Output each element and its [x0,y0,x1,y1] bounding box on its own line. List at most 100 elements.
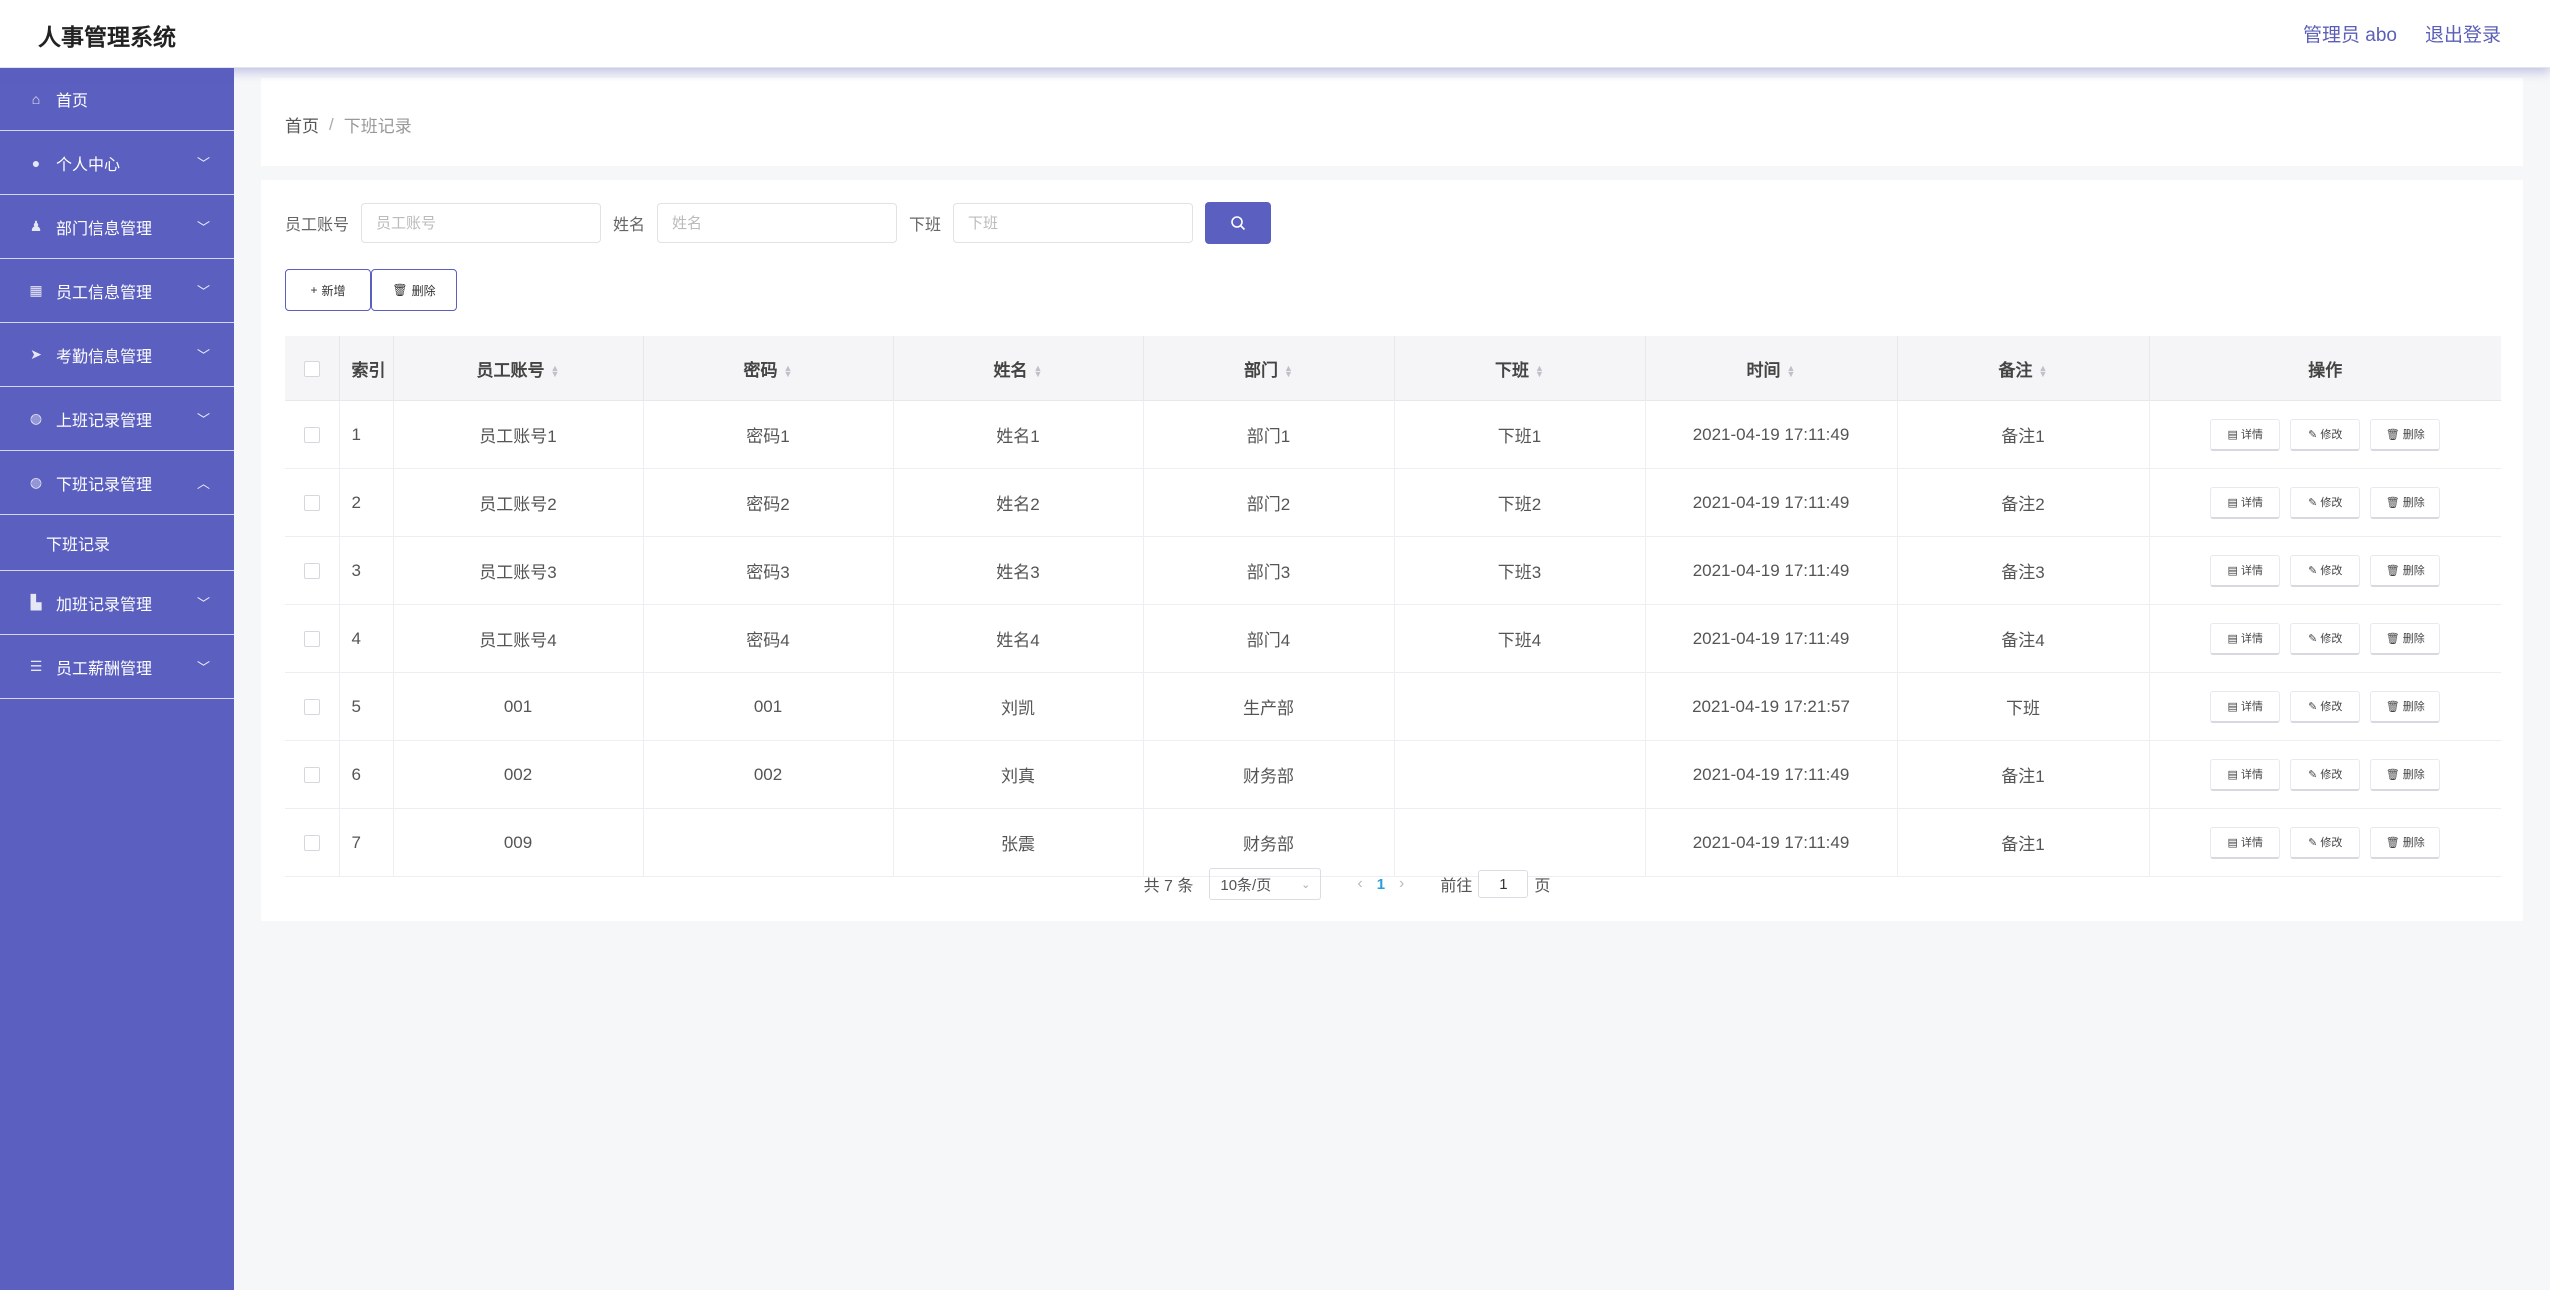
prev-page-icon[interactable]: ‹ [1357,875,1362,893]
delete-button[interactable]: 🗑 删除 [2370,622,2441,655]
offwork-label: 下班 [909,217,942,234]
sidebar-item[interactable]: ▙ 加班记录管理 ﹀ [0,571,234,635]
sort-icon[interactable]: ▲ ▼ [1034,364,1043,379]
goto-suffix: 页 [1534,878,1551,895]
cell-offwork: 下班2 [1394,468,1646,537]
detail-button[interactable]: ▤ 详情 [2210,622,2281,655]
column-header-note[interactable]: 备注 ▲ ▼ [1897,336,2150,401]
sidebar-item[interactable]: ▦ 员工信息管理 ﹀ [0,259,234,323]
row-checkbox[interactable] [303,699,320,716]
edit-button[interactable]: ✎ 修改 [2290,758,2361,791]
next-page-icon[interactable]: › [1399,875,1404,893]
cell-note: 备注1 [1897,740,2150,809]
delete-button[interactable]: 🗑 删除 [2370,486,2441,519]
detail-button[interactable]: ▤ 详情 [2210,554,2281,587]
sidebar-subitem[interactable]: 下班记录 [0,515,234,571]
row-checkbox[interactable] [303,563,320,580]
sort-icon[interactable]: ▲ ▼ [1535,364,1544,379]
sidebar-item[interactable]: ⌂ 首页 [0,67,234,131]
chevron-up-icon: ︿ [196,476,210,491]
sort-icon[interactable]: ▲ ▼ [551,364,560,379]
offwork-search-input[interactable] [953,203,1194,243]
sidebar-item[interactable]: ➤ 考勤信息管理 ﹀ [0,323,234,387]
page-number-current[interactable]: 1 [1377,876,1385,893]
select-all-checkbox[interactable] [303,360,320,377]
column-header-password[interactable]: 密码 ▲ ▼ [643,336,894,401]
delete-button[interactable]: 🗑 删除 [2370,690,2441,723]
add-button[interactable]: + 新增 [285,269,371,311]
edit-icon: ✎ [2308,836,2318,849]
sort-icon[interactable]: ▲ ▼ [784,364,793,379]
name-search-input[interactable] [657,203,898,243]
sidebar-item[interactable]: ☰ 员工薪酬管理 ﹀ [0,635,234,699]
table-row: 2 员工账号2 密码2 姓名2 部门2 下班2 2021-04-19 17:11:49 备注2… [285,468,2501,537]
row-checkbox[interactable] [303,835,320,852]
logout-link[interactable]: 退出登录 [2425,20,2501,47]
sidebar-item[interactable]: ◍ 下班记录管理 ︿ [0,451,234,515]
edit-button[interactable]: ✎ 修改 [2290,554,2361,587]
table-row: 1 员工账号1 密码1 姓名1 部门1 下班1 2021-04-19 17:11:49 备注1… [285,400,2501,469]
edit-button[interactable]: ✎ 修改 [2290,418,2361,451]
cell-actions: ▤ 详情 ✎ 修改 🗑 删除 [2149,400,2501,469]
sort-icon[interactable]: ▲ ▼ [2039,364,2048,379]
sidebar-item[interactable]: ♟ 部门信息管理 ﹀ [0,195,234,259]
column-header-department[interactable]: 部门 ▲ ▼ [1143,336,1395,401]
cell-index: 3 [339,536,394,605]
detail-button[interactable]: ▤ 详情 [2210,758,2281,791]
column-header-offwork[interactable]: 下班 ▲ ▼ [1394,336,1646,401]
edit-button[interactable]: ✎ 修改 [2290,690,2361,723]
edit-button[interactable]: ✎ 修改 [2290,486,2361,519]
breadcrumb: 首页 / 下班记录 [285,112,412,137]
search-button[interactable] [1205,202,1272,244]
sort-icon[interactable]: ▲ ▼ [1787,364,1796,379]
pagination: 共 7 条 10条/页 ⌄ ‹ 1 › 前往 页 [261,868,2523,900]
column-header-index: 索引 [339,336,394,401]
delete-button[interactable]: 🗑 删除 [2370,418,2441,451]
trash-icon: 🗑 [2385,700,2400,713]
records-table: 索引 员工账号 ▲ ▼ 密码 ▲ ▼ 姓名 ▲ ▼ 部门 ▲ ▼ 下班 ▲ ▼ 时间 ▲ ▼ 备注 ▲ ▼ … [285,336,2501,877]
account-search-input[interactable] [361,203,602,243]
sidebar-item[interactable]: ◍ 上班记录管理 ﹀ [0,387,234,451]
detail-button[interactable]: ▤ 详情 [2210,826,2281,859]
detail-button[interactable]: ▤ 详情 [2210,690,2281,723]
sidebar-item-label: 首页 [56,92,89,110]
cell-index: 4 [339,604,394,673]
sort-icon[interactable]: ▲ ▼ [1284,364,1293,379]
table-row: 3 员工账号3 密码3 姓名3 部门3 下班3 2021-04-19 17:11:49 备注3… [285,536,2501,605]
goto-prefix: 前往 [1440,878,1473,895]
breadcrumb-home[interactable]: 首页 [285,112,319,137]
row-checkbox[interactable] [303,495,320,512]
goto-page-input[interactable] [1478,870,1529,898]
cell-note: 备注2 [1897,468,2150,537]
chevron-down-icon: ﹀ [196,220,210,235]
cell-dept: 财务部 [1143,808,1395,877]
cell-actions: ▤ 详情 ✎ 修改 🗑 删除 [2149,468,2501,537]
delete-button[interactable]: 🗑 删除 [2370,758,2441,791]
document-icon: ▤ [2227,496,2238,509]
delete-button[interactable]: 🗑 删除 [2370,554,2441,587]
column-header-name[interactable]: 姓名 ▲ ▼ [893,336,1144,401]
cell-name: 姓名1 [893,400,1144,469]
row-checkbox[interactable] [303,427,320,444]
batch-delete-button[interactable]: 🗑 删除 [371,269,457,311]
column-header-time[interactable]: 时间 ▲ ▼ [1645,336,1898,401]
delete-button[interactable]: 🗑 删除 [2370,826,2441,859]
page-size-select[interactable]: 10条/页 ⌄ [1209,868,1322,900]
admin-user-label[interactable]: 管理员 abo [2303,20,2397,47]
cell-actions: ▤ 详情 ✎ 修改 🗑 删除 [2149,604,2501,673]
edit-button[interactable]: ✎ 修改 [2290,622,2361,655]
column-header-account[interactable]: 员工账号 ▲ ▼ [393,336,644,401]
row-checkbox[interactable] [303,767,320,784]
edit-icon: ✎ [2308,428,2318,441]
app-title: 人事管理系统 [38,24,176,50]
detail-button[interactable]: ▤ 详情 [2210,418,2281,451]
select-all-cell [285,336,340,401]
detail-button[interactable]: ▤ 详情 [2210,486,2281,519]
sidebar-item[interactable]: ● 个人中心 ﹀ [0,131,234,195]
cell-index: 2 [339,468,394,537]
document-icon: ▤ [2227,836,2238,849]
header-actions: 管理员 abo 退出登录 [2303,20,2501,47]
cell-account: 员工账号2 [393,468,644,537]
edit-button[interactable]: ✎ 修改 [2290,826,2361,859]
row-checkbox[interactable] [303,631,320,648]
